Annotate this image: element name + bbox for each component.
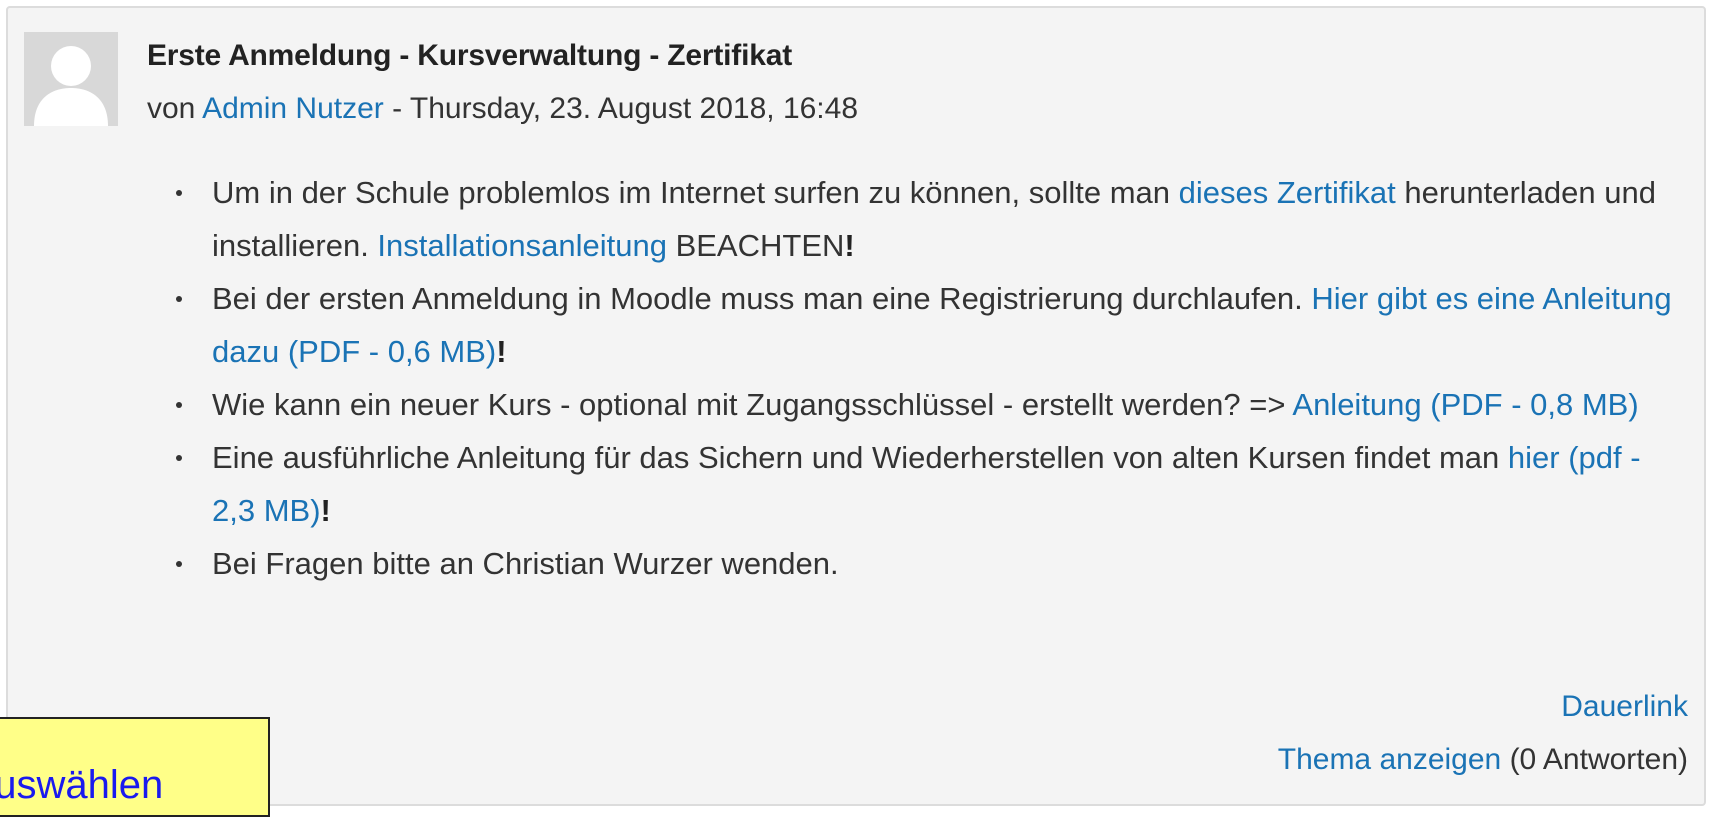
list-item: Wie kann ein neuer Kurs - optional mit Z… (176, 378, 1688, 431)
byline-prefix: von (147, 92, 203, 125)
permalink-link[interactable]: Dauerlink (1561, 690, 1688, 723)
installation-guide-link[interactable]: Installationsanleitung (377, 228, 667, 263)
list-item: Bei Fragen bitte an Christian Wurzer wen… (176, 537, 1688, 590)
tooltip-label: auswählen (0, 763, 164, 807)
certificate-link[interactable]: dieses Zertifikat (1179, 175, 1396, 210)
reply-count: (0 Antworten) (1501, 743, 1688, 776)
post-content: Um in der Schule problemlos im Internet … (158, 166, 1688, 590)
post-date: - Thursday, 23. August 2018, 16:48 (383, 92, 859, 125)
post-byline: von Admin Nutzer - Thursday, 23. August … (147, 92, 858, 126)
author-link[interactable]: Admin Nutzer (202, 92, 384, 125)
forum-post: Erste Anmeldung - Kursverwaltung - Zerti… (6, 6, 1706, 806)
select-tooltip[interactable]: auswählen (0, 717, 270, 817)
list-item: Um in der Schule problemlos im Internet … (176, 166, 1688, 272)
user-avatar-icon[interactable] (24, 32, 118, 126)
discuss-topic-link[interactable]: Thema anzeigen (1278, 743, 1501, 776)
post-bullet-list: Um in der Schule problemlos im Internet … (158, 166, 1688, 590)
list-item: Eine ausführliche Anleitung für das Sich… (176, 431, 1688, 537)
post-footer: Dauerlink Thema anzeigen (0 Antworten) (1278, 680, 1688, 786)
post-subject: Erste Anmeldung - Kursverwaltung - Zerti… (147, 39, 792, 72)
list-item: Bei der ersten Anmeldung in Moodle muss … (176, 272, 1688, 378)
course-guide-link[interactable]: Anleitung (PDF - 0,8 MB) (1292, 387, 1638, 422)
